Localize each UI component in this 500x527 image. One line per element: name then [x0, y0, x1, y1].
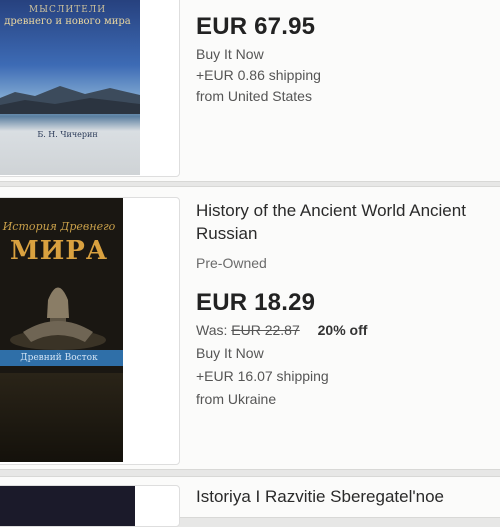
listing-info: History of the Ancient World Ancient Rus… — [196, 199, 500, 410]
listing-card[interactable]: История Древнего МИРА Древний Восток His… — [0, 186, 500, 470]
book-cover — [0, 486, 135, 526]
listing-location: from United States — [196, 88, 312, 104]
cover-lower-art — [0, 373, 123, 462]
listing-price: EUR 67.95 — [196, 13, 316, 40]
listing-condition: Pre-Owned — [196, 255, 267, 271]
listing-price: EUR 18.29 — [196, 289, 316, 316]
listing-info: EUR 67.95 Buy It Now +EUR 0.86 shipping … — [196, 13, 500, 107]
search-results-list: МЫСЛИТЕЛИ древнего и нового мира Б. Н. Ч… — [0, 0, 500, 527]
listing-was-price-row: Was: EUR 22.87 20% off — [196, 320, 500, 341]
listing-location: from Ukraine — [196, 391, 277, 407]
listing-image[interactable] — [0, 485, 180, 527]
listing-image[interactable]: История Древнего МИРА Древний Восток — [0, 197, 180, 465]
cover-heading: МЫСЛИТЕЛИ древнего и нового мира — [4, 5, 131, 27]
cover-title-line1: История Древнего — [2, 220, 116, 233]
listing-title[interactable]: History of the Ancient World Ancient Rus… — [196, 199, 500, 245]
listing-title[interactable]: Istoriya I Razvitie Sberegatel'noe — [196, 485, 500, 508]
warrior-helmet-illustration — [10, 287, 106, 350]
cover-band: Древний Восток — [0, 350, 123, 366]
book-cover: МЫСЛИТЕЛИ древнего и нового мира Б. Н. Ч… — [0, 0, 140, 175]
listing-shipping: +EUR 16.07 shipping — [196, 368, 329, 384]
listing-card[interactable]: Istoriya I Razvitie Sberegatel'noe — [0, 476, 500, 527]
discount-label: 20% off — [317, 322, 368, 338]
cover-author: Б. Н. Чичерин — [37, 130, 98, 139]
mountains-illustration — [0, 86, 140, 114]
listing-format: Buy It Now — [196, 345, 264, 361]
was-price: EUR 22.87 — [231, 322, 300, 338]
listing-format: Buy It Now — [196, 46, 264, 62]
cover-title-line2: МИРА — [9, 236, 109, 266]
listing-shipping: +EUR 0.86 shipping — [196, 67, 321, 83]
was-label: Was: — [196, 322, 228, 338]
listing-image[interactable]: МЫСЛИТЕЛИ древнего и нового мира Б. Н. Ч… — [0, 0, 180, 177]
book-cover: История Древнего МИРА Древний Восток — [0, 198, 123, 462]
listing-info: Istoriya I Razvitie Sberegatel'noe — [196, 485, 500, 508]
listing-card[interactable]: МЫСЛИТЕЛИ древнего и нового мира Б. Н. Ч… — [0, 0, 500, 182]
